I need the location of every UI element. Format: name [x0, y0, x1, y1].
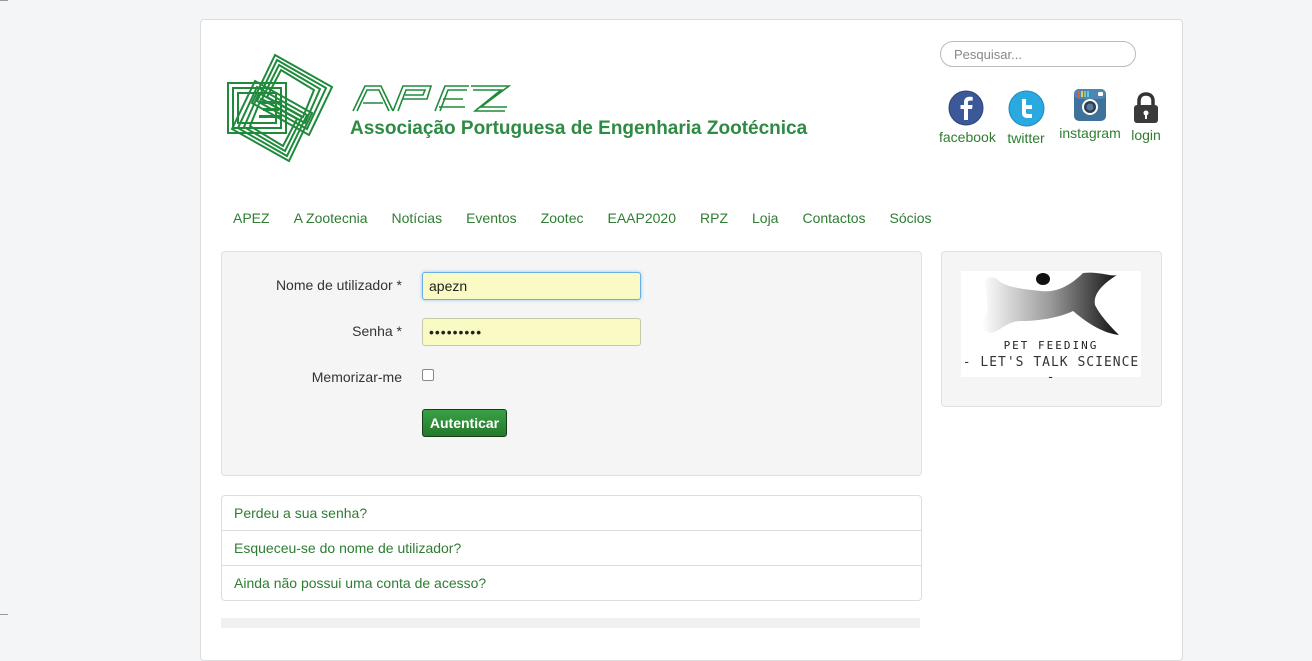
nav-item-rpz[interactable]: RPZ: [688, 210, 740, 226]
search-input[interactable]: [940, 41, 1136, 67]
window-edge-mark: [0, 0, 8, 1]
main-nav: APEZ A Zootecnia Notícias Eventos Zootec…: [221, 210, 944, 226]
nav-item-apez[interactable]: APEZ: [221, 210, 282, 226]
login-link[interactable]: login: [1130, 92, 1162, 143]
facebook-icon: [948, 90, 984, 126]
twitter-label: twitter: [1007, 130, 1045, 146]
apez-logo: [227, 53, 334, 163]
nav-item-socios[interactable]: Sócios: [878, 210, 944, 226]
page-container: Associação Portuguesa de Engenharia Zoot…: [200, 19, 1183, 661]
password-field[interactable]: [422, 318, 641, 346]
instagram-label: instagram: [1059, 125, 1121, 141]
nav-item-loja[interactable]: Loja: [740, 210, 790, 226]
account-help-list: Perdeu a sua senha? Esqueceu-se do nome …: [221, 495, 922, 601]
window-edge-mark: [0, 614, 8, 615]
forgot-username-link[interactable]: Esqueceu-se do nome de utilizador?: [222, 531, 921, 566]
password-label: Senha *: [352, 323, 402, 339]
username-field[interactable]: [422, 272, 641, 300]
login-form: Nome de utilizador * Senha * Memorizar-m…: [221, 251, 922, 476]
nav-item-noticias[interactable]: Notícias: [380, 210, 455, 226]
nav-item-a-zootecnia[interactable]: A Zootecnia: [282, 210, 380, 226]
nav-item-contactos[interactable]: Contactos: [790, 210, 877, 226]
apez-wordmark: [352, 85, 511, 112]
org-name: Associação Portuguesa de Engenharia Zoot…: [350, 118, 808, 139]
instagram-link[interactable]: instagram: [1059, 88, 1121, 141]
username-label: Nome de utilizador *: [275, 277, 402, 293]
nav-item-eventos[interactable]: Eventos: [454, 210, 529, 226]
nav-item-zootec[interactable]: Zootec: [529, 210, 596, 226]
twitter-icon: [1008, 90, 1044, 127]
twitter-link[interactable]: twitter: [1004, 90, 1048, 146]
sidebar-module: PET FEEDING - LET'S TALK SCIENCE -: [941, 251, 1162, 407]
login-label: login: [1131, 127, 1161, 143]
banner-title: PET FEEDING: [1003, 339, 1099, 352]
register-link[interactable]: Ainda não possui uma conta de acesso?: [222, 566, 921, 600]
instagram-icon: [1074, 89, 1106, 121]
pet-feeding-banner[interactable]: PET FEEDING - LET'S TALK SCIENCE -: [961, 271, 1141, 385]
content-bottom-strip: [221, 618, 920, 628]
banner-subtitle: - LET'S TALK SCIENCE -: [962, 355, 1140, 385]
facebook-label: facebook: [939, 129, 996, 145]
remember-label: Memorizar-me: [311, 369, 402, 385]
nav-item-eaap2020[interactable]: EAAP2020: [596, 210, 689, 226]
facebook-link[interactable]: facebook: [939, 90, 996, 145]
login-button[interactable]: Autenticar: [422, 409, 507, 437]
remember-checkbox[interactable]: [422, 369, 434, 381]
pet-feeding-art: [981, 272, 1119, 335]
lock-icon: [1134, 92, 1158, 123]
forgot-password-link[interactable]: Perdeu a sua senha?: [222, 496, 921, 531]
